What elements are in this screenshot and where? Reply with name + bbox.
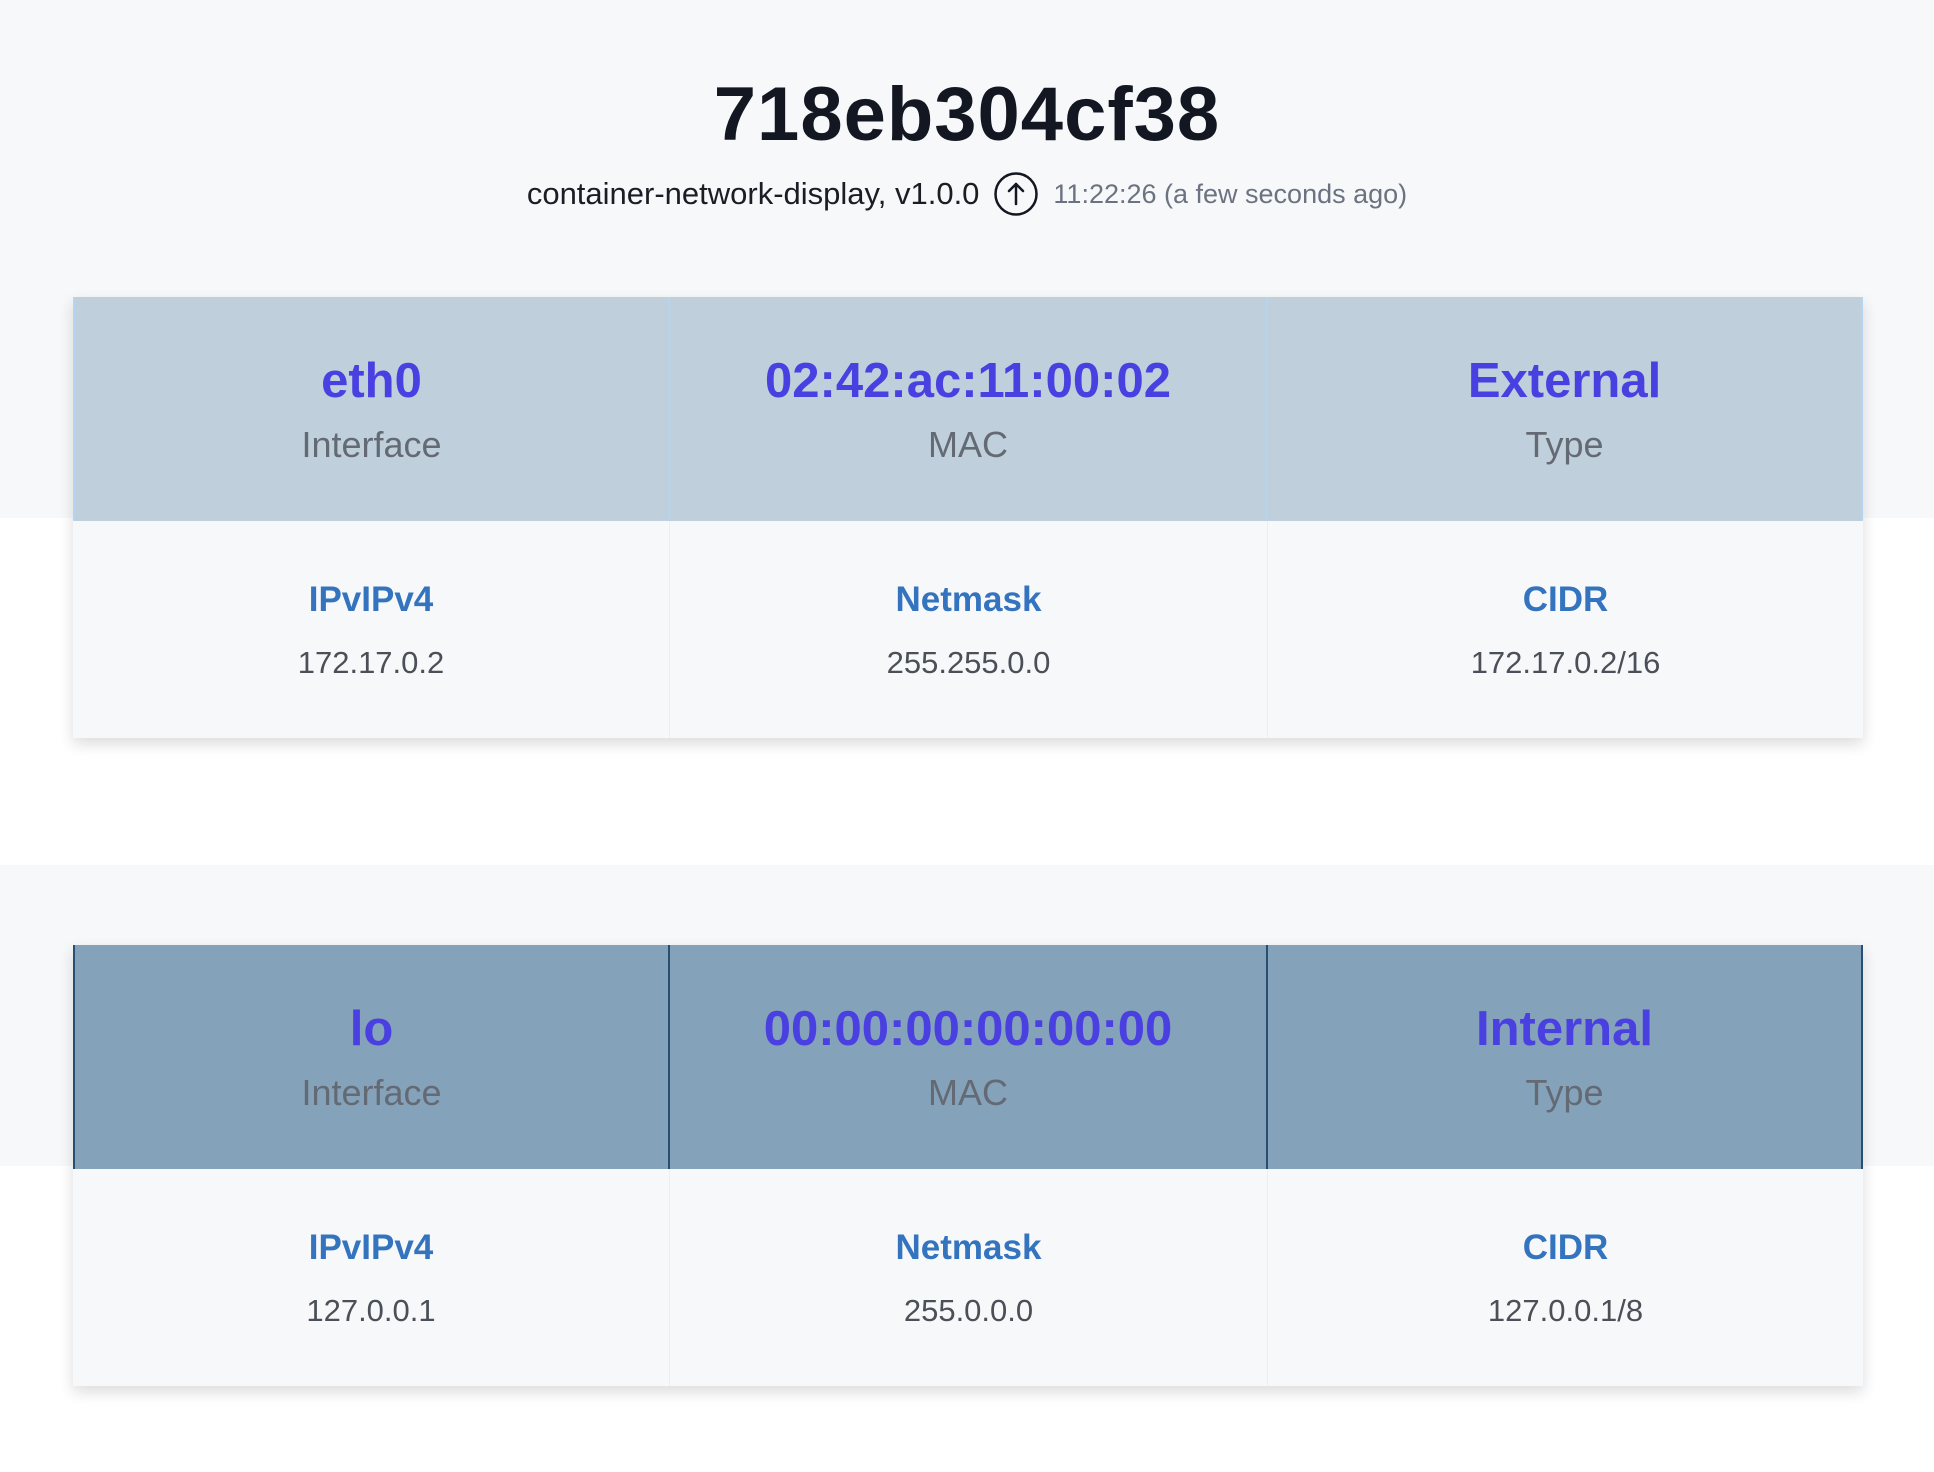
interface-type-label: Type	[1525, 424, 1604, 465]
netmask-value: 255.0.0.0	[903, 1292, 1034, 1328]
ip-address-value: 127.0.0.1	[306, 1292, 436, 1328]
mac-address-label: MAC	[928, 1072, 1008, 1113]
interface-card-header: eth0 Interface 02:42:ac:11:00:02 MAC Ext…	[73, 297, 1863, 521]
ip-address-label: IPvIPv4	[308, 579, 434, 619]
interface-card-header: lo Interface 00:00:00:00:00:00 MAC Inter…	[73, 945, 1863, 1169]
cidr-label: CIDR	[1522, 1227, 1609, 1267]
interface-card-eth0: eth0 Interface 02:42:ac:11:00:02 MAC Ext…	[73, 297, 1863, 738]
netmask-label: Netmask	[895, 579, 1042, 619]
mac-address: 02:42:ac:11:00:02	[765, 354, 1171, 408]
page-title: 718eb304cf38	[713, 72, 1221, 157]
interface-card-lo: lo Interface 00:00:00:00:00:00 MAC Inter…	[73, 945, 1863, 1386]
interface-type-cell: External Type	[1268, 297, 1863, 521]
cidr-cell: CIDR 172.17.0.2/16	[1268, 521, 1863, 738]
page-header: 718eb304cf38 container-network-display, …	[0, 70, 1934, 220]
ip-address-value: 172.17.0.2	[297, 644, 445, 680]
ip-address-cell: IPvIPv4 172.17.0.2	[73, 521, 670, 738]
ip-address-cell: IPvIPv4 127.0.0.1	[73, 1169, 670, 1386]
header-subline: container-network-display, v1.0.0 11:22:…	[0, 168, 1934, 220]
interface-name-label: Interface	[301, 1072, 442, 1113]
interface-name-cell: eth0 Interface	[73, 297, 670, 521]
netmask-cell: Netmask 255.0.0.0	[670, 1169, 1268, 1386]
interface-name: eth0	[321, 354, 422, 408]
interface-name-cell: lo Interface	[73, 945, 670, 1169]
interface-type-label: Type	[1525, 1072, 1604, 1113]
arrow-up-circle-icon[interactable]	[993, 171, 1039, 217]
interface-card-body: IPvIPv4 127.0.0.1 Netmask 255.0.0.0 CIDR…	[73, 1169, 1863, 1386]
mac-address-label: MAC	[928, 424, 1008, 465]
netmask-label: Netmask	[895, 1227, 1042, 1267]
cidr-value: 127.0.0.1/8	[1487, 1292, 1644, 1328]
mac-address-cell: 00:00:00:00:00:00 MAC	[670, 945, 1268, 1169]
interface-type: Internal	[1476, 1002, 1653, 1056]
interface-name: lo	[349, 1002, 394, 1056]
ip-address-label: IPvIPv4	[308, 1227, 434, 1267]
mac-address: 00:00:00:00:00:00	[763, 1002, 1173, 1056]
last-updated-timestamp: 11:22:26 (a few seconds ago)	[1053, 178, 1408, 209]
netmask-cell: Netmask 255.255.0.0	[670, 521, 1268, 738]
interface-type-cell: Internal Type	[1268, 945, 1863, 1169]
app-name-version: container-network-display, v1.0.0	[526, 176, 980, 211]
mac-address-cell: 02:42:ac:11:00:02 MAC	[670, 297, 1268, 521]
interface-name-label: Interface	[301, 424, 442, 465]
cidr-label: CIDR	[1522, 579, 1609, 619]
netmask-value: 255.255.0.0	[886, 644, 1051, 680]
interface-type: External	[1467, 354, 1662, 408]
cidr-cell: CIDR 127.0.0.1/8	[1268, 1169, 1863, 1386]
cidr-value: 172.17.0.2/16	[1470, 644, 1661, 680]
interface-card-body: IPvIPv4 172.17.0.2 Netmask 255.255.0.0 C…	[73, 521, 1863, 738]
